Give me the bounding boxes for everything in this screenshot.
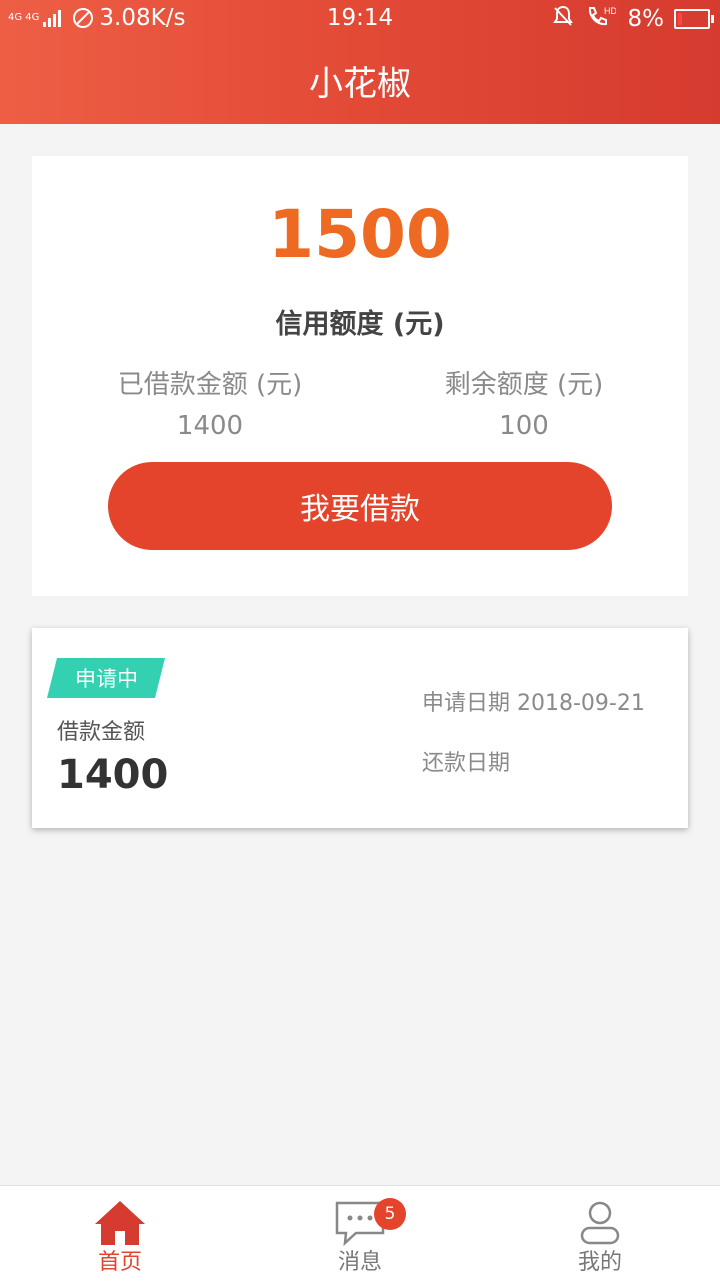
status-badge-label: 申请中 — [74, 667, 138, 691]
loan-amount: 1400 — [57, 752, 169, 798]
borrow-button[interactable]: 我要借款 — [108, 462, 612, 550]
user-icon — [580, 1201, 620, 1245]
nav-item-profile[interactable]: 我的 — [480, 1186, 720, 1281]
remaining-value: 100 — [499, 411, 549, 441]
apply-date: 申请日期 2018-09-21 — [422, 691, 645, 716]
borrowed-label: 已借款金额 (元) — [117, 370, 303, 400]
page-title: 小花椒 — [309, 64, 411, 104]
nav-item-home[interactable]: 首页 — [0, 1186, 240, 1281]
message-count-badge: 5 — [374, 1198, 406, 1230]
credit-amount-label: 信用额度 (元) — [275, 309, 445, 340]
battery-percent: 8% — [627, 5, 665, 32]
bell-muted-icon — [552, 5, 574, 32]
bottom-nav: 首页 消息 我的 — [0, 1185, 720, 1281]
repay-date: 还款日期 — [422, 751, 511, 776]
borrowed-value: 1400 — [176, 411, 244, 441]
nav-label-home: 首页 — [97, 1250, 142, 1275]
nav-label-profile: 我的 — [577, 1250, 622, 1275]
app-header: 4G 4G 3.08K/s 19:14 HD 8% 小花椒 — [0, 0, 720, 124]
nav-label-messages: 消息 — [337, 1250, 382, 1275]
svg-text:HD: HD — [604, 6, 616, 16]
battery-icon — [674, 8, 714, 29]
status-badge: 申请中 — [47, 658, 165, 698]
phone-hd-icon: HD — [586, 5, 617, 32]
status-right: HD 8% — [552, 5, 714, 32]
remaining-stat: 剩余额度 (元) 100 — [384, 364, 664, 441]
credit-amount: 1500 — [268, 196, 452, 273]
borrowed-stat: 已借款金额 (元) 1400 — [70, 364, 350, 441]
remaining-label: 剩余额度 (元) — [444, 370, 604, 400]
home-icon — [95, 1201, 145, 1245]
nav-item-messages[interactable]: 消息 — [240, 1186, 480, 1281]
loan-amount-label: 借款金额 — [57, 720, 146, 745]
status-bar: 4G 4G 3.08K/s 19:14 HD 8% — [0, 0, 720, 38]
